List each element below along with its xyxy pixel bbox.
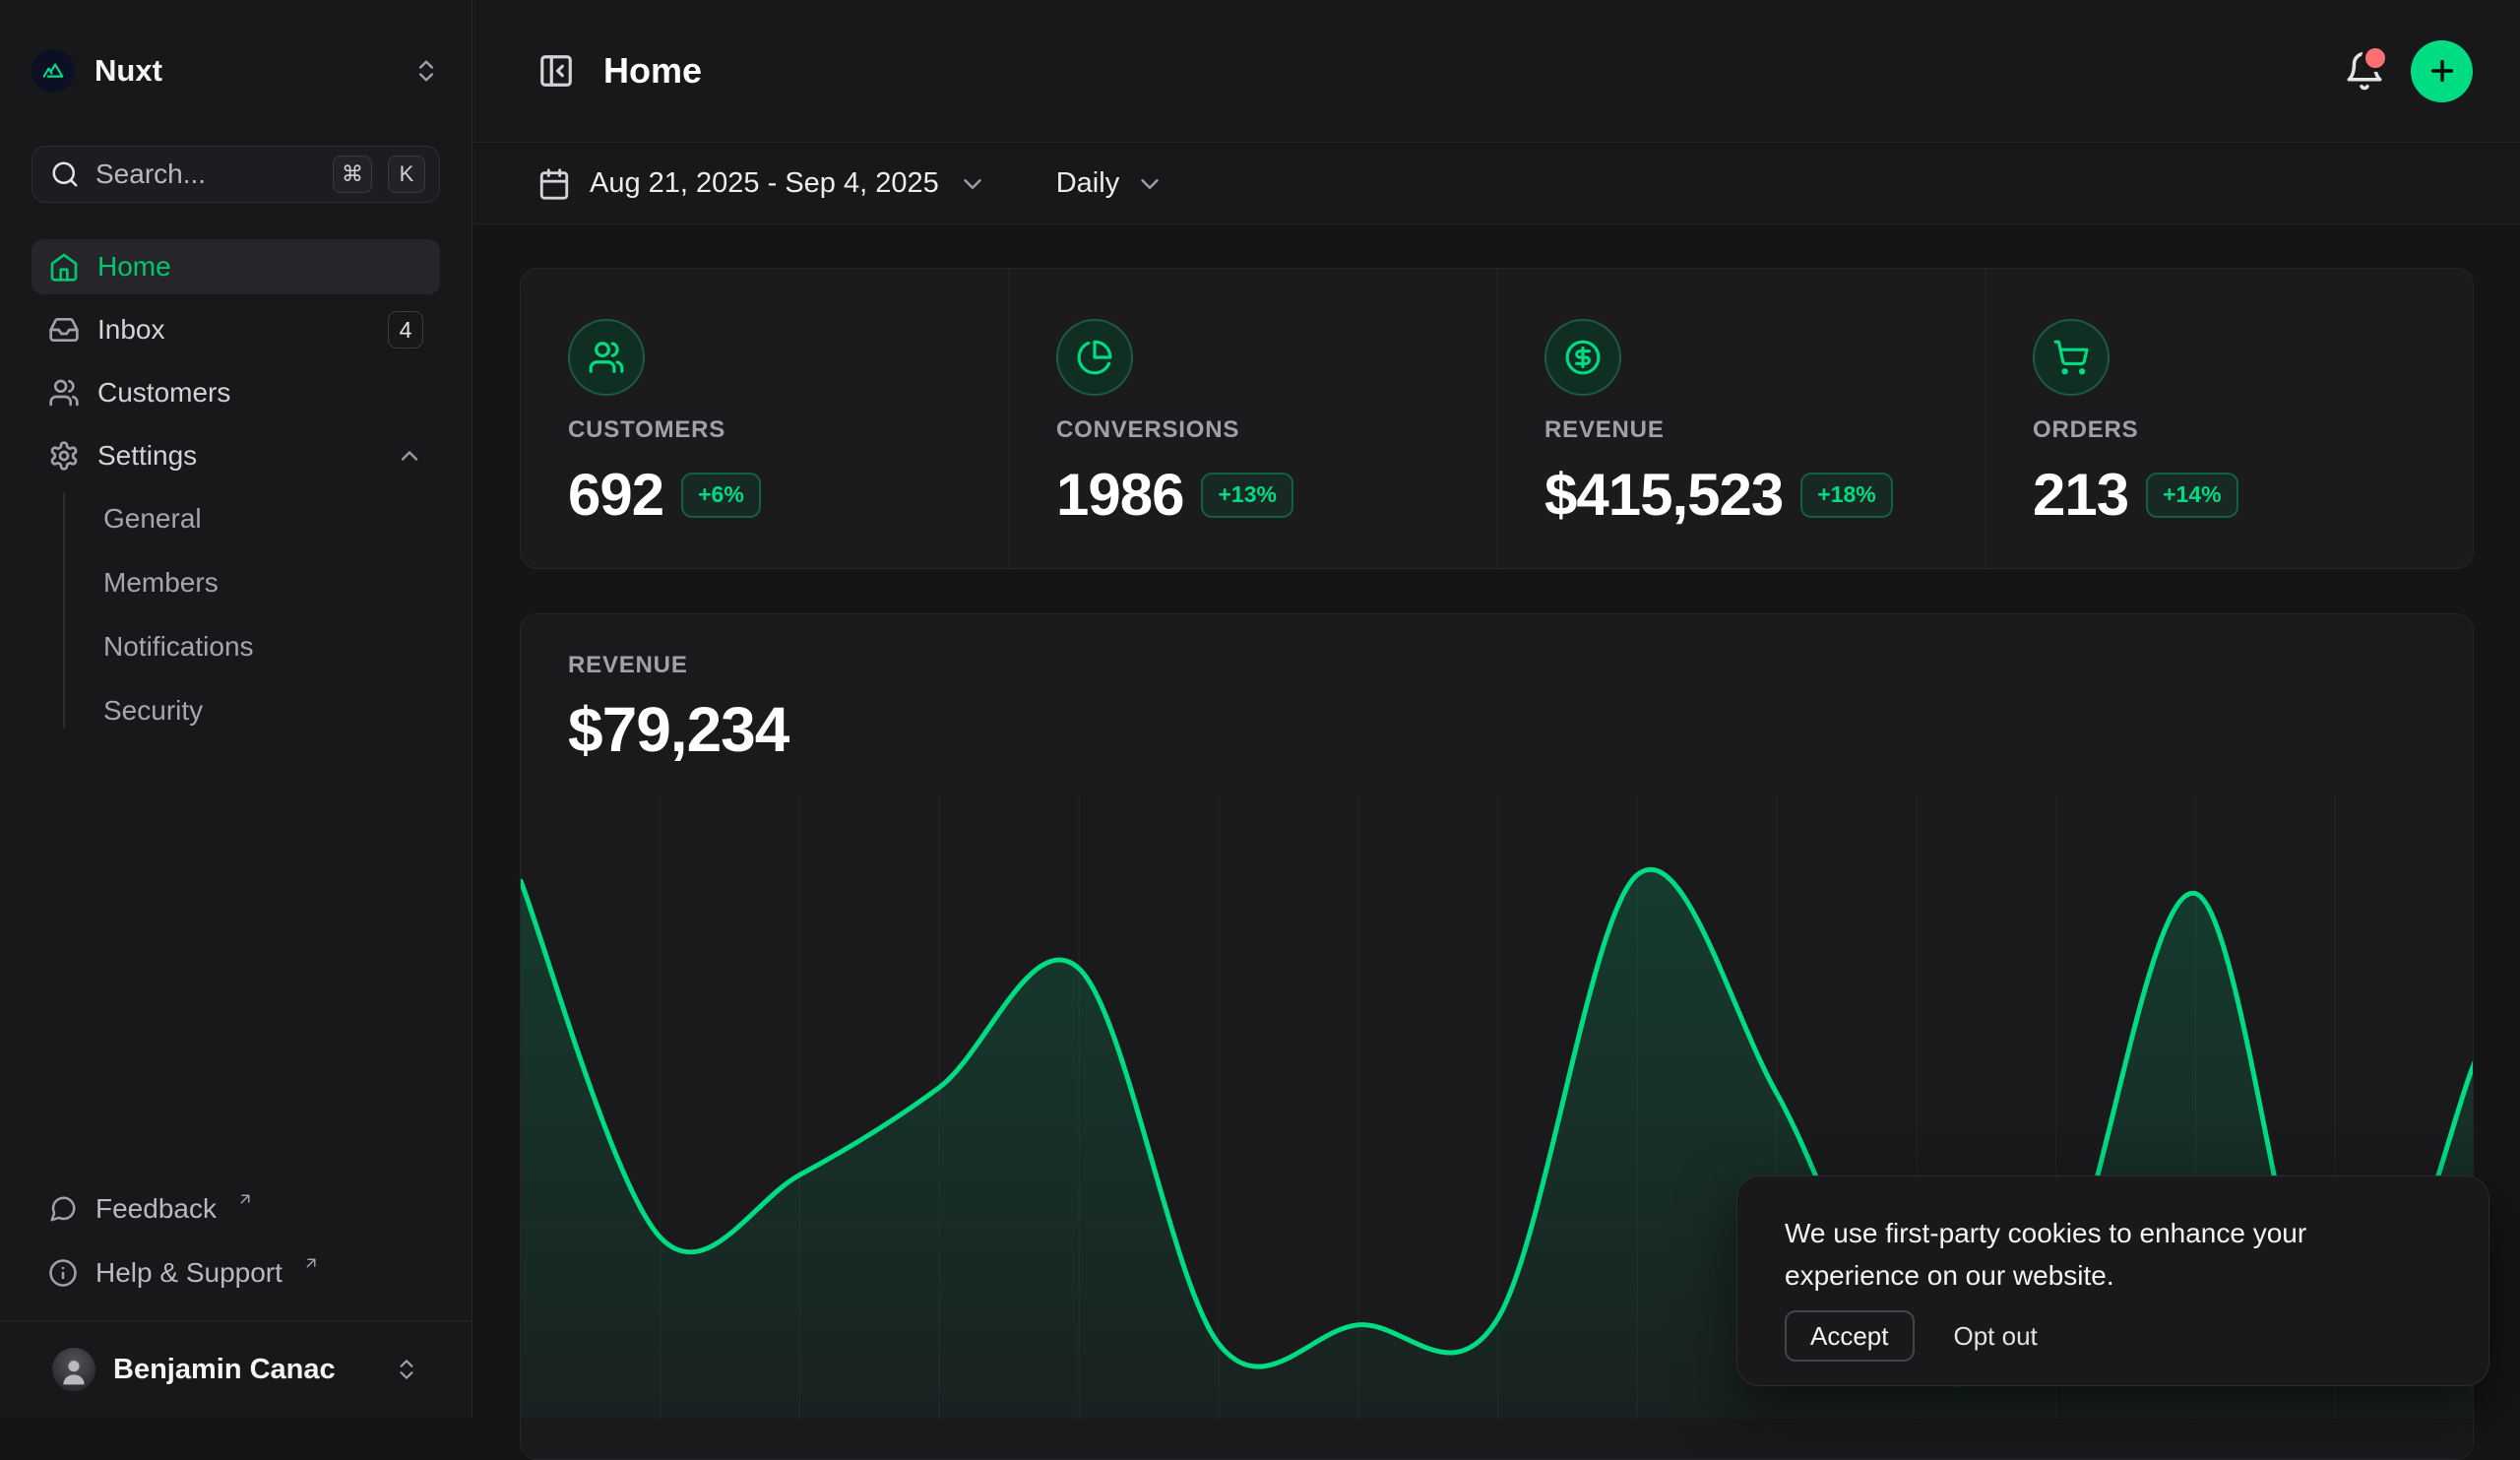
revenue-panel-value: $79,234 [568,693,788,766]
nuxt-logo-icon [32,49,75,93]
info-circle-icon [48,1258,78,1288]
accept-cookies-button[interactable]: Accept [1785,1310,1915,1362]
workspace-name: Nuxt [94,53,393,89]
external-link-arrow-icon [302,1254,320,1272]
stat-change-badge: +18% [1800,473,1892,518]
page-title: Home [603,50,702,92]
panel-left-close-icon[interactable] [537,52,575,90]
stat-change-badge: +13% [1201,473,1292,518]
user-menu[interactable]: Benjamin Canac [35,1332,436,1407]
workspace-switcher[interactable]: Nuxt [32,37,440,104]
sidebar-divider [0,1320,472,1321]
chevron-up-icon [396,442,423,470]
avatar [52,1348,95,1391]
stat-orders[interactable]: ORDERS 213 +14% [1984,269,2473,568]
sidebar-item-notifications[interactable]: Notifications [32,619,440,674]
notification-dot [2362,44,2389,72]
circle-dollar-icon [1544,319,1621,396]
sidebar-item-settings[interactable]: Settings [32,428,440,483]
message-circle-icon [48,1194,78,1224]
cookie-message: We use first-party cookies to enhance yo… [1785,1212,2415,1298]
external-link-arrow-icon [236,1190,254,1208]
home-icon [48,251,80,283]
page-header: Home [473,0,2520,143]
stat-customers[interactable]: CUSTOMERS 692 +6% [521,269,1008,568]
stat-value: 213 [2033,461,2128,529]
search-input[interactable]: Search... ⌘ K [32,146,440,203]
stat-revenue[interactable]: REVENUE $415,523 +18% [1496,269,1984,568]
sidebar-item-inbox[interactable]: Inbox 4 [32,302,440,357]
inbox-count-badge: 4 [388,311,423,349]
sidebar-item-general[interactable]: General [32,491,440,546]
stat-label: CONVERSIONS [1056,416,1239,444]
stat-label: REVENUE [1544,416,1665,444]
users-icon [48,377,80,409]
stat-label: ORDERS [2033,416,2138,444]
stat-value: 1986 [1056,461,1183,529]
search-placeholder: Search... [95,159,317,190]
stat-label: CUSTOMERS [568,416,725,444]
kbd-cmd: ⌘ [333,156,372,193]
sidebar-item-security[interactable]: Security [32,683,440,738]
chevron-down-icon [958,169,987,199]
stat-change-badge: +6% [681,473,761,518]
chevron-down-icon [1135,169,1165,199]
search-icon [50,159,80,189]
gear-icon [48,440,80,472]
add-button[interactable] [2411,40,2473,102]
chevrons-up-down-icon [394,1357,419,1382]
stat-change-badge: +14% [2146,473,2237,518]
chevrons-up-down-icon [412,57,440,85]
users-icon [568,319,645,396]
opt-out-button[interactable]: Opt out [1954,1321,2038,1352]
submenu-guide-line [63,493,65,729]
pie-chart-icon [1056,319,1133,396]
sidebar-item-feedback[interactable]: Feedback [32,1181,440,1237]
user-name: Benjamin Canac [113,1354,376,1386]
sidebar-item-members[interactable]: Members [32,555,440,610]
notifications-button[interactable] [2344,50,2385,92]
kbd-k: K [388,156,425,193]
period-select[interactable]: Daily [1056,167,1165,200]
inbox-icon [48,314,80,346]
sidebar-item-customers[interactable]: Customers [32,365,440,420]
date-range-picker[interactable]: Aug 21, 2025 - Sep 4, 2025 [537,167,987,201]
filters-toolbar: Aug 21, 2025 - Sep 4, 2025 Daily [473,144,2520,224]
stats-card: CUSTOMERS 692 +6% CONVERSIONS 1986 +13% … [520,268,2474,569]
revenue-panel-label: REVENUE [568,652,688,679]
sidebar-nav: Home Inbox 4 Customers Settings [32,239,440,747]
sidebar-item-help-support[interactable]: Help & Support [32,1245,440,1301]
settings-submenu: General Members Notifications Security [32,491,440,738]
sidebar-item-home[interactable]: Home [32,239,440,294]
shopping-cart-icon [2033,319,2110,396]
stat-conversions[interactable]: CONVERSIONS 1986 +13% [1008,269,1496,568]
period-value: Daily [1056,167,1119,200]
sidebar: Nuxt Search... ⌘ K Home Inbox 4 [0,0,472,1418]
date-range-value: Aug 21, 2025 - Sep 4, 2025 [590,167,939,200]
stat-value: 692 [568,461,663,529]
cookie-banner: We use first-party cookies to enhance yo… [1736,1175,2489,1386]
stat-value: $415,523 [1544,461,1783,529]
calendar-icon [537,167,571,201]
